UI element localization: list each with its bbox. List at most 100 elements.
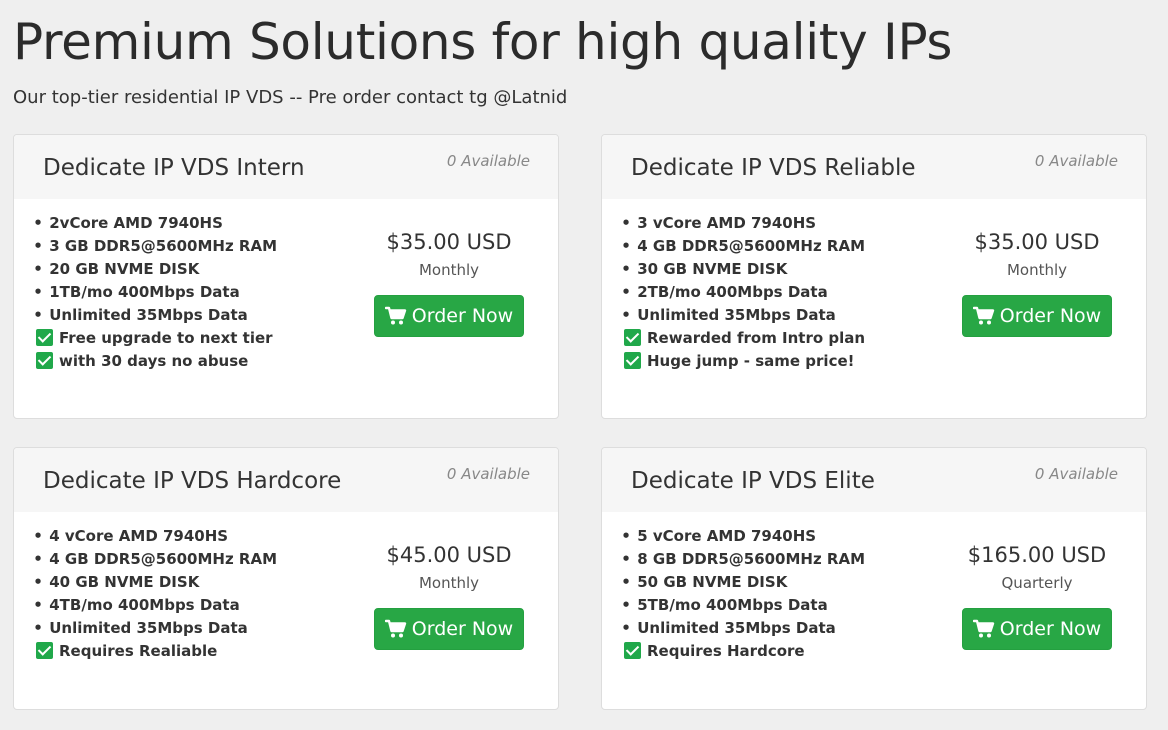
bullet-marker: • [33, 572, 43, 591]
order-now-button[interactable]: Order Now [374, 608, 524, 650]
feature-text: Free upgrade to next tier [59, 328, 273, 347]
feature-item: Huge jump - same price! [621, 349, 865, 372]
feature-text: 40 GB NVME DISK [49, 572, 200, 591]
product-card-elite: Dedicate IP VDS Elite 0 Available • 5 vC… [601, 447, 1147, 710]
feature-list: • 4 vCore AMD 7940HS • 4 GB DDR5@5600MHz … [33, 524, 277, 662]
feature-text: Unlimited 35Mbps Data [49, 618, 248, 637]
product-card-header: Dedicate IP VDS Hardcore 0 Available [14, 448, 558, 512]
feature-item: • 30 GB NVME DISK [621, 257, 865, 280]
feature-item: • 3 vCore AMD 7940HS [621, 211, 865, 234]
availability-label: 0 Available [446, 152, 530, 170]
feature-text: 20 GB NVME DISK [49, 259, 200, 278]
product-page: Premium Solutions for high quality IPs O… [0, 0, 1168, 730]
feature-text: Rewarded from Intro plan [647, 328, 866, 347]
feature-item: • 50 GB NVME DISK [621, 570, 865, 593]
feature-text: Requires Realiable [59, 641, 218, 660]
feature-item: Requires Hardcore [621, 639, 865, 662]
shopping-cart-icon [384, 306, 406, 325]
feature-item: • 5TB/mo 400Mbps Data [621, 593, 865, 616]
billing-cycle: Monthly [418, 574, 480, 592]
bullet-marker: • [621, 526, 631, 545]
feature-item: • Unlimited 35Mbps Data [621, 303, 865, 326]
feature-text: 50 GB NVME DISK [637, 572, 788, 591]
feature-item: Rewarded from Intro plan [621, 326, 865, 349]
product-card-header: Dedicate IP VDS Elite 0 Available [602, 448, 1146, 512]
price: $165.00 USD [967, 543, 1107, 567]
shopping-cart-icon [972, 619, 994, 638]
bullet-marker: • [621, 213, 631, 232]
bullet-marker: • [33, 282, 43, 301]
feature-item: • Unlimited 35Mbps Data [621, 616, 865, 639]
order-now-button[interactable]: Order Now [962, 608, 1112, 650]
order-now-button[interactable]: Order Now [962, 295, 1112, 337]
feature-item: • Unlimited 35Mbps Data [33, 616, 277, 639]
feature-text: 3 vCore AMD 7940HS [637, 213, 817, 232]
feature-item: • 3 GB DDR5@5600MHz RAM [33, 234, 277, 257]
feature-text: 3 GB DDR5@5600MHz RAM [49, 236, 278, 255]
feature-item: • 4 GB DDR5@5600MHz RAM [33, 547, 277, 570]
pricing-block: $35.00 USD Monthly Order Now [962, 227, 1112, 337]
feature-item: • 5 vCore AMD 7940HS [621, 524, 865, 547]
check-mark-icon [624, 352, 641, 369]
bullet-marker: • [33, 595, 43, 614]
feature-text: 5TB/mo 400Mbps Data [637, 595, 828, 614]
order-button-label: Order Now [411, 618, 514, 640]
price: $35.00 USD [974, 230, 1100, 254]
feature-text: 30 GB NVME DISK [637, 259, 788, 278]
page-subtitle: Our top-tier residential IP VDS -- Pre o… [13, 87, 568, 108]
check-mark-icon [36, 352, 53, 369]
bullet-marker: • [621, 305, 631, 324]
check-mark-icon [624, 642, 641, 659]
bullet-marker: • [33, 618, 43, 637]
product-card-reliable: Dedicate IP VDS Reliable 0 Available • 3… [601, 134, 1147, 419]
feature-item: • 8 GB DDR5@5600MHz RAM [621, 547, 865, 570]
feature-text: 4 GB DDR5@5600MHz RAM [49, 549, 278, 568]
pricing-block: $45.00 USD Monthly Order Now [374, 540, 524, 650]
bullet-marker: • [33, 305, 43, 324]
product-name: Dedicate IP VDS Hardcore [43, 468, 342, 494]
feature-text: 2vCore AMD 7940HS [49, 213, 223, 232]
feature-text: 8 GB DDR5@5600MHz RAM [637, 549, 866, 568]
bullet-marker: • [621, 595, 631, 614]
pricing-block: $165.00 USD Quarterly Order Now [962, 540, 1112, 650]
bullet-marker: • [621, 282, 631, 301]
check-mark-icon [36, 329, 53, 346]
feature-item: Free upgrade to next tier [33, 326, 277, 349]
pricing-block: $35.00 USD Monthly Order Now [374, 227, 524, 337]
feature-text: Unlimited 35Mbps Data [637, 305, 836, 324]
feature-text: Unlimited 35Mbps Data [49, 305, 248, 324]
availability-label: 0 Available [446, 465, 530, 483]
billing-cycle: Monthly [1006, 261, 1068, 279]
page-title: Premium Solutions for high quality IPs [13, 13, 953, 71]
price: $45.00 USD [386, 543, 512, 567]
feature-item: • 2TB/mo 400Mbps Data [621, 280, 865, 303]
feature-text: Requires Hardcore [647, 641, 805, 660]
availability-label: 0 Available [1034, 465, 1118, 483]
shopping-cart-icon [972, 306, 994, 325]
order-now-button[interactable]: Order Now [374, 295, 524, 337]
shopping-cart-icon [384, 619, 406, 638]
billing-cycle: Quarterly [1001, 574, 1073, 592]
feature-item: • Unlimited 35Mbps Data [33, 303, 277, 326]
feature-item: • 1TB/mo 400Mbps Data [33, 280, 277, 303]
check-mark-icon [36, 642, 53, 659]
bullet-marker: • [33, 526, 43, 545]
bullet-marker: • [33, 259, 43, 278]
bullet-marker: • [621, 259, 631, 278]
feature-text: 5 vCore AMD 7940HS [637, 526, 817, 545]
product-name: Dedicate IP VDS Elite [631, 468, 875, 494]
price: $35.00 USD [386, 230, 512, 254]
feature-text: Huge jump - same price! [647, 351, 855, 370]
feature-text: 2TB/mo 400Mbps Data [637, 282, 828, 301]
availability-label: 0 Available [1034, 152, 1118, 170]
feature-item: • 4 vCore AMD 7940HS [33, 524, 277, 547]
feature-item: with 30 days no abuse [33, 349, 277, 372]
feature-list: • 5 vCore AMD 7940HS • 8 GB DDR5@5600MHz … [621, 524, 865, 662]
bullet-marker: • [33, 549, 43, 568]
product-card-hardcore: Dedicate IP VDS Hardcore 0 Available • 4… [13, 447, 559, 710]
bullet-marker: • [621, 572, 631, 591]
bullet-marker: • [621, 236, 631, 255]
bullet-marker: • [621, 549, 631, 568]
feature-text: 4 vCore AMD 7940HS [49, 526, 229, 545]
bullet-marker: • [33, 236, 43, 255]
